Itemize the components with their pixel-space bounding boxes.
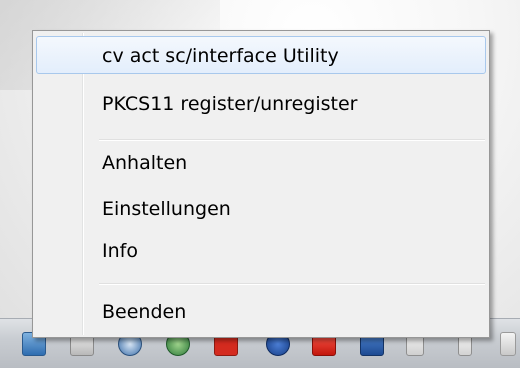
menu-item-info[interactable]: Info bbox=[36, 231, 486, 269]
menu-item-beenden[interactable]: Beenden bbox=[36, 292, 486, 330]
menu-icon-gutter bbox=[82, 33, 84, 335]
menu-separator bbox=[99, 139, 485, 141]
menu-item-anhalten[interactable]: Anhalten bbox=[36, 143, 486, 181]
menu-item-interface-utility[interactable]: cv act sc/interface Utility bbox=[36, 36, 486, 74]
menu-item-pkcs11-register[interactable]: PKCS11 register/unregister bbox=[36, 84, 486, 122]
signal-icon[interactable] bbox=[500, 332, 516, 356]
menu-separator bbox=[99, 283, 485, 285]
tray-context-menu: cv act sc/interface Utility PKCS11 regis… bbox=[32, 30, 490, 338]
menu-item-einstellungen[interactable]: Einstellungen bbox=[36, 189, 486, 227]
